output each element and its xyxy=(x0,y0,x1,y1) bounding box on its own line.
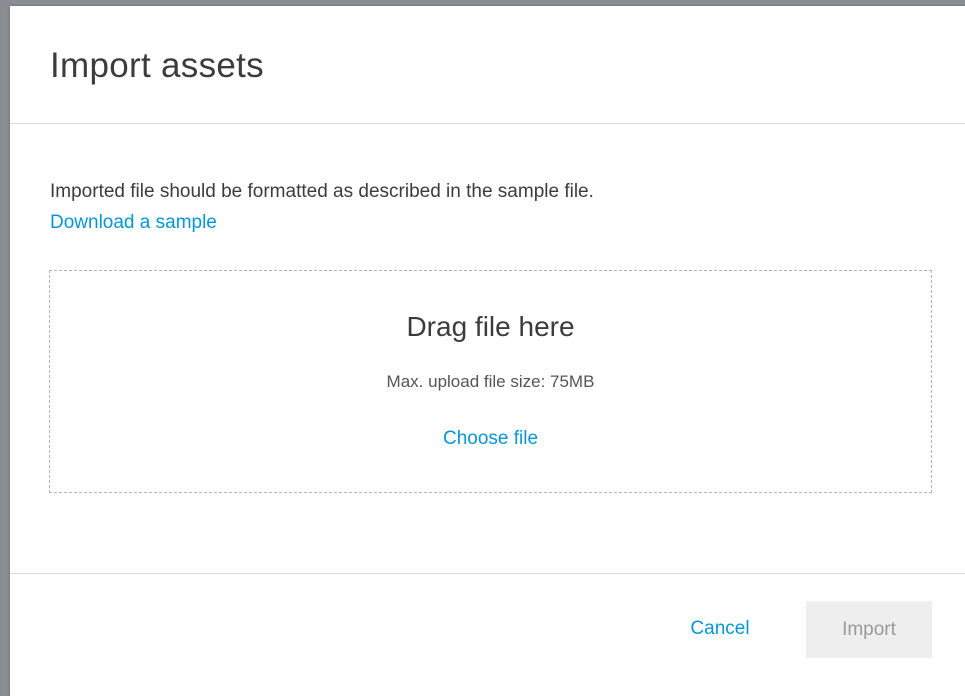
choose-file-link[interactable]: Choose file xyxy=(50,428,931,450)
import-assets-dialog: Import assets Imported file should be fo… xyxy=(10,6,965,696)
dialog-header: Import assets xyxy=(10,6,965,124)
upload-size-hint: Max. upload file size: 75MB xyxy=(386,372,595,391)
format-description: Imported file should be formatted as des… xyxy=(50,181,594,202)
dialog-footer: Cancel Import xyxy=(10,574,965,694)
dialog-body: Imported file should be formatted as des… xyxy=(10,124,965,574)
cancel-button[interactable]: Cancel xyxy=(670,601,770,657)
dialog-title: Import assets xyxy=(50,46,264,85)
download-sample-link[interactable]: Download a sample xyxy=(50,212,217,234)
file-dropzone[interactable]: Drag file here Max. upload file size: 75… xyxy=(49,270,932,493)
dropzone-title: Drag file here xyxy=(406,311,575,342)
import-button[interactable]: Import xyxy=(806,601,932,658)
